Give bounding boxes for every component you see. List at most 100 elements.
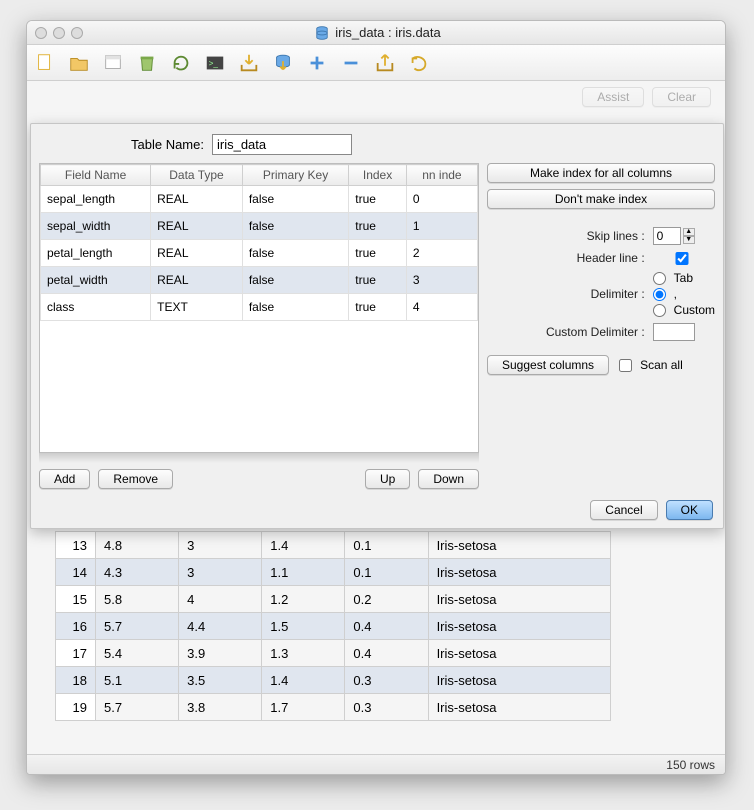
data-cell[interactable]: 1.4: [262, 667, 345, 694]
make-index-button[interactable]: Make index for all columns: [487, 163, 715, 183]
data-cell[interactable]: Iris-setosa: [428, 667, 610, 694]
zoom-icon[interactable]: [71, 27, 83, 39]
undo-icon[interactable]: [407, 51, 431, 75]
col-header-index[interactable]: Index: [349, 165, 407, 186]
data-cell[interactable]: 0.4: [345, 613, 428, 640]
terminal-icon[interactable]: >_: [203, 51, 227, 75]
column-cell-pk[interactable]: false: [242, 240, 348, 267]
column-cell-pk[interactable]: false: [242, 186, 348, 213]
table-row[interactable]: 134.831.40.1Iris-setosa: [56, 532, 611, 559]
new-window-icon[interactable]: [101, 51, 125, 75]
column-cell-name[interactable]: petal_width: [41, 267, 151, 294]
delimiter-custom-radio[interactable]: [653, 304, 666, 317]
column-cell-index[interactable]: true: [349, 186, 407, 213]
suggest-columns-button[interactable]: Suggest columns: [487, 355, 609, 375]
stepper-up-icon[interactable]: ▲: [683, 228, 695, 236]
column-cell-n[interactable]: 1: [406, 213, 477, 240]
data-grid[interactable]: 134.831.40.1Iris-setosa144.331.10.1Iris-…: [55, 531, 611, 721]
table-row[interactable]: 185.13.51.40.3Iris-setosa: [56, 667, 611, 694]
data-cell[interactable]: 5.7: [96, 613, 179, 640]
refresh-icon[interactable]: [169, 51, 193, 75]
col-header-type[interactable]: Data Type: [151, 165, 243, 186]
table-row[interactable]: 165.74.41.50.4Iris-setosa: [56, 613, 611, 640]
move-up-button[interactable]: Up: [365, 469, 410, 489]
data-cell[interactable]: 3.8: [179, 694, 262, 721]
column-cell-index[interactable]: true: [349, 240, 407, 267]
minus-icon[interactable]: [339, 51, 363, 75]
data-cell[interactable]: 5.7: [96, 694, 179, 721]
data-cell[interactable]: 0.1: [345, 532, 428, 559]
export-db-icon[interactable]: [271, 51, 295, 75]
table-row[interactable]: 144.331.10.1Iris-setosa: [56, 559, 611, 586]
data-cell[interactable]: 13: [56, 532, 96, 559]
col-header-field[interactable]: Field Name: [41, 165, 151, 186]
delimiter-comma-radio[interactable]: [653, 288, 666, 301]
data-cell[interactable]: Iris-setosa: [428, 559, 610, 586]
data-cell[interactable]: 4.3: [96, 559, 179, 586]
assist-button[interactable]: Assist: [582, 87, 644, 107]
import-icon[interactable]: [237, 51, 261, 75]
data-cell[interactable]: 1.7: [262, 694, 345, 721]
data-cell[interactable]: Iris-setosa: [428, 640, 610, 667]
data-cell[interactable]: Iris-setosa: [428, 613, 610, 640]
column-row[interactable]: sepal_widthREALfalsetrue1: [41, 213, 478, 240]
data-cell[interactable]: 5.4: [96, 640, 179, 667]
skip-lines-input[interactable]: [653, 227, 681, 245]
data-cell[interactable]: 0.1: [345, 559, 428, 586]
col-header-pk[interactable]: Primary Key: [242, 165, 348, 186]
data-cell[interactable]: Iris-setosa: [428, 694, 610, 721]
data-cell[interactable]: 1.1: [262, 559, 345, 586]
data-cell[interactable]: 3.9: [179, 640, 262, 667]
data-cell[interactable]: 4.8: [96, 532, 179, 559]
column-cell-n[interactable]: 2: [406, 240, 477, 267]
data-cell[interactable]: 15: [56, 586, 96, 613]
column-cell-pk[interactable]: false: [242, 267, 348, 294]
delimiter-tab-radio[interactable]: [653, 272, 666, 285]
column-cell-n[interactable]: 0: [406, 186, 477, 213]
data-cell[interactable]: 4.4: [179, 613, 262, 640]
minimize-icon[interactable]: [53, 27, 65, 39]
data-cell[interactable]: 3.5: [179, 667, 262, 694]
column-cell-type[interactable]: REAL: [151, 213, 243, 240]
column-cell-n[interactable]: 4: [406, 294, 477, 321]
column-row[interactable]: petal_widthREALfalsetrue3: [41, 267, 478, 294]
column-cell-name[interactable]: sepal_length: [41, 186, 151, 213]
column-cell-name[interactable]: class: [41, 294, 151, 321]
column-row[interactable]: petal_lengthREALfalsetrue2: [41, 240, 478, 267]
column-cell-type[interactable]: REAL: [151, 186, 243, 213]
column-cell-type[interactable]: REAL: [151, 240, 243, 267]
table-row[interactable]: 195.73.81.70.3Iris-setosa: [56, 694, 611, 721]
add-column-button[interactable]: Add: [39, 469, 90, 489]
table-row[interactable]: 155.841.20.2Iris-setosa: [56, 586, 611, 613]
move-down-button[interactable]: Down: [418, 469, 479, 489]
table-name-input[interactable]: [212, 134, 352, 155]
data-cell[interactable]: Iris-setosa: [428, 586, 610, 613]
skip-lines-stepper[interactable]: ▲▼: [653, 227, 715, 245]
column-row[interactable]: sepal_lengthREALfalsetrue0: [41, 186, 478, 213]
data-cell[interactable]: 1.5: [262, 613, 345, 640]
data-cell[interactable]: 17: [56, 640, 96, 667]
column-cell-name[interactable]: sepal_width: [41, 213, 151, 240]
data-cell[interactable]: 0.3: [345, 667, 428, 694]
data-cell[interactable]: 0.4: [345, 640, 428, 667]
columns-table[interactable]: Field Name Data Type Primary Key Index n…: [39, 163, 479, 453]
column-cell-type[interactable]: TEXT: [151, 294, 243, 321]
data-cell[interactable]: 14: [56, 559, 96, 586]
plus-icon[interactable]: [305, 51, 329, 75]
cancel-button[interactable]: Cancel: [590, 500, 657, 520]
scan-all-checkbox[interactable]: [619, 359, 632, 372]
data-cell[interactable]: 18: [56, 667, 96, 694]
no-index-button[interactable]: Don't make index: [487, 189, 715, 209]
data-cell[interactable]: 1.4: [262, 532, 345, 559]
data-cell[interactable]: 4: [179, 586, 262, 613]
data-cell[interactable]: 0.2: [345, 586, 428, 613]
data-cell[interactable]: 3: [179, 559, 262, 586]
data-cell[interactable]: 1.3: [262, 640, 345, 667]
table-row[interactable]: 175.43.91.30.4Iris-setosa: [56, 640, 611, 667]
remove-column-button[interactable]: Remove: [98, 469, 173, 489]
column-cell-name[interactable]: petal_length: [41, 240, 151, 267]
data-cell[interactable]: Iris-setosa: [428, 532, 610, 559]
column-cell-n[interactable]: 3: [406, 267, 477, 294]
header-line-checkbox[interactable]: [653, 252, 711, 265]
trash-icon[interactable]: [135, 51, 159, 75]
